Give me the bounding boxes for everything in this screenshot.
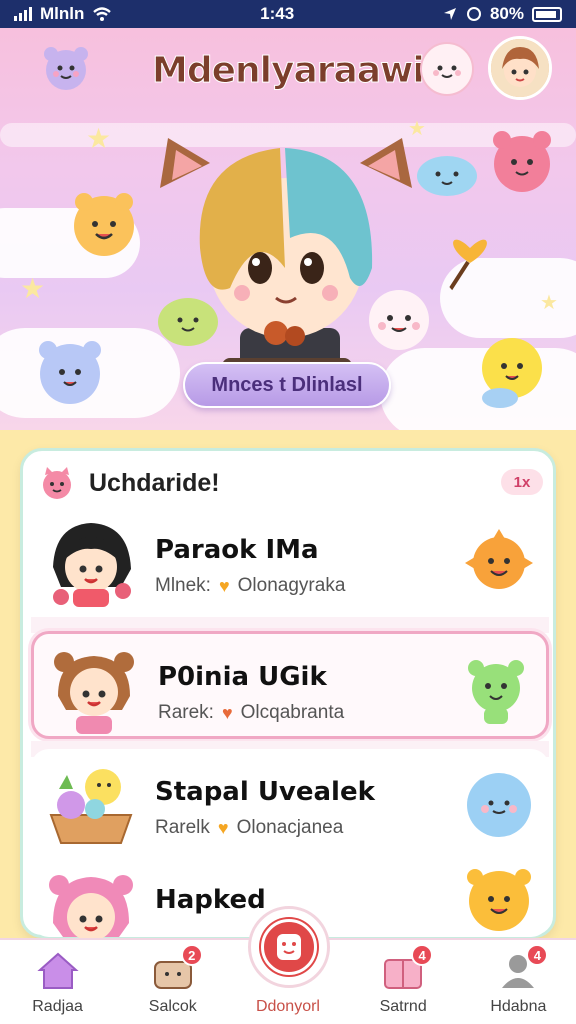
avatar-icon bbox=[491, 39, 549, 97]
list-item-selected[interactable]: P0inia UGik Rarek: ♥ Olcqabranta bbox=[31, 631, 549, 739]
tab-badge-count: 4 bbox=[526, 944, 549, 966]
tab-gift[interactable]: 4 Satrnd bbox=[348, 944, 458, 1024]
blue-cloud-creature-icon bbox=[417, 156, 477, 196]
heart-icon: ♥ bbox=[218, 575, 230, 596]
tab-badge-count: 2 bbox=[180, 944, 203, 966]
orange-creature-icon bbox=[74, 193, 134, 256]
panel-title: Uchdaride! bbox=[89, 468, 220, 497]
yellow-chick-creature-icon bbox=[482, 338, 542, 408]
white-ghost-creature-icon bbox=[369, 290, 429, 350]
hero-banner: ★ ★ ★ ★ Mdenlyaraawi Mnces t Dlinlasl bbox=[0, 28, 576, 430]
heart-icon: ♥ bbox=[221, 702, 233, 723]
chat-bubble-button[interactable] bbox=[420, 42, 474, 96]
status-left: Mlnln bbox=[14, 4, 112, 24]
bear-girl-avatar-icon bbox=[54, 652, 134, 734]
list-panel: Uchdaride! 1x Paraok IMa Mlnek: ♥ Olonag… bbox=[20, 448, 556, 941]
home-icon bbox=[36, 952, 79, 989]
status-bar: Mlnln 1:43 80% bbox=[0, 0, 576, 28]
clock: 1:43 bbox=[260, 4, 295, 23]
carrier-text: Mlnln bbox=[40, 4, 85, 23]
fruit-basket-icon bbox=[49, 769, 133, 844]
list-item[interactable]: Paraok IMa Mlnek: ♥ Olonagyraka bbox=[31, 507, 549, 615]
pink-cat-icon bbox=[43, 467, 71, 499]
blue-ball-creature-icon bbox=[467, 773, 531, 837]
panel-badge[interactable]: 1x bbox=[501, 469, 543, 495]
hero-cta-button[interactable]: Mnces t Dlinlasl bbox=[183, 362, 391, 408]
item-name: Hapked bbox=[155, 885, 266, 915]
item-subtitle: Rarelk ♥ Olonacjanea bbox=[155, 817, 343, 839]
tab-label: Ddonyorl bbox=[255, 998, 320, 1015]
item-sub-left: Rarelk bbox=[155, 817, 210, 838]
smile-face-icon bbox=[277, 934, 301, 960]
bear-mascot-icon bbox=[44, 47, 88, 90]
star-icon: ★ bbox=[540, 292, 558, 314]
green-bear-creature-icon bbox=[468, 660, 524, 724]
tab-profile[interactable]: 4 Hdabna bbox=[463, 944, 573, 1024]
item-subtitle: Rarek: ♥ Olcqabranta bbox=[158, 702, 344, 724]
wifi-icon bbox=[93, 7, 112, 21]
green-creature-icon bbox=[158, 298, 218, 346]
panel-header: Uchdaride! 1x bbox=[37, 465, 543, 501]
item-sub-right: Olcqabranta bbox=[240, 702, 345, 723]
location-icon bbox=[443, 8, 456, 20]
tab-badge-count: 4 bbox=[411, 944, 434, 966]
star-icon: ★ bbox=[86, 123, 112, 154]
status-right: 80% bbox=[442, 4, 562, 24]
ghost-face-icon bbox=[433, 65, 461, 78]
tab-icon-wrap: 2 bbox=[151, 944, 203, 992]
tab-label: Satrnd bbox=[379, 998, 427, 1015]
battery-percent: 80% bbox=[489, 4, 524, 23]
alarm-icon bbox=[466, 7, 481, 21]
item-name: P0inia UGik bbox=[158, 662, 327, 692]
girl-avatar-icon bbox=[53, 523, 131, 607]
yellow-bear-creature-icon bbox=[467, 869, 531, 931]
tab-label: Salcok bbox=[148, 998, 197, 1015]
profile-avatar[interactable] bbox=[488, 36, 552, 100]
tab-box[interactable]: 2 Salcok bbox=[118, 944, 228, 1024]
tab-icon-wrap: 4 bbox=[381, 944, 434, 992]
center-action-inner bbox=[261, 919, 317, 975]
item-name: Paraok IMa bbox=[155, 535, 319, 565]
orange-sun-creature-icon bbox=[465, 529, 533, 589]
tab-icon-wrap: 4 bbox=[496, 944, 549, 992]
star-icon: ★ bbox=[20, 273, 46, 304]
purple-bear-creature-icon bbox=[39, 341, 101, 404]
heart-icon: ♥ bbox=[217, 817, 229, 838]
item-name: Stapal Uvealek bbox=[155, 777, 375, 807]
item-subtitle: Mlnek: ♥ Olonagyraka bbox=[155, 575, 345, 597]
signal-icon bbox=[14, 7, 32, 21]
item-sub-right: Olonagyraka bbox=[237, 575, 346, 596]
item-sub-left: Mlnek: bbox=[155, 575, 211, 596]
item-sub-left: Rarek: bbox=[158, 702, 214, 723]
center-action-button[interactable] bbox=[248, 906, 330, 988]
tab-label: Hdabna bbox=[490, 998, 547, 1015]
app-title: Mdenlyaraawi bbox=[152, 50, 426, 92]
pink-bear-creature-icon bbox=[493, 131, 551, 192]
item-sub-right: Olonacjanea bbox=[236, 817, 344, 838]
tab-home[interactable]: Radjaa bbox=[3, 948, 113, 1024]
heart-wand-icon bbox=[444, 239, 487, 298]
list-item[interactable]: Stapal Uvealek Rarelk ♥ Olonacjanea bbox=[31, 749, 549, 857]
tab-label: Radjaa bbox=[32, 998, 83, 1015]
battery-icon bbox=[531, 6, 562, 22]
